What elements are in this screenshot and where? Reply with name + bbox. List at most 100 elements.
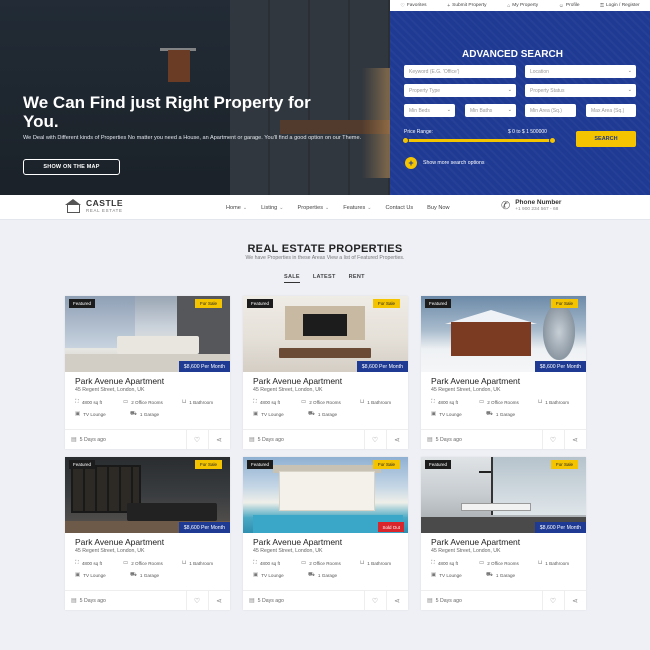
property-image[interactable]: Featured For Sale $8,600 Per Month: [421, 296, 586, 372]
property-image[interactable]: Featured For Sale Sold Out: [243, 457, 408, 533]
share-icon: ⋖: [572, 597, 578, 605]
featured-badge: Featured: [69, 299, 96, 308]
nav-item-home[interactable]: Home ⌄: [226, 205, 247, 211]
area-icon: ⛶: [75, 560, 79, 566]
nav-item-features[interactable]: Features ⌄: [343, 205, 371, 211]
chevron-down-icon: ⌄: [279, 204, 284, 211]
chevron-down-icon: ⌄: [627, 87, 632, 93]
office-room-icon: ▭: [123, 399, 129, 405]
calendar-icon: ▤: [249, 437, 255, 443]
favorite-button[interactable]: ♡: [542, 430, 563, 449]
property-card[interactable]: Featured For Sale $8,600 Per Month Park …: [65, 457, 230, 610]
topbar-profile-label: Profile: [565, 3, 580, 8]
posted-date-value: 5 Days ago: [257, 436, 284, 443]
lounge-value: TV Lounge: [83, 572, 106, 578]
rooms-value: 2 Office Rooms: [131, 399, 163, 405]
price-max-handle[interactable]: [549, 137, 556, 144]
share-button[interactable]: ⋖: [564, 591, 585, 610]
heart-icon: ♡: [549, 436, 557, 444]
max-area-input[interactable]: Max Area (Sq.): [586, 104, 636, 117]
location-select[interactable]: Location ⌄: [525, 65, 636, 78]
tab-sale[interactable]: SALE: [284, 274, 300, 283]
nav-item-properties[interactable]: Properties ⌄: [298, 205, 330, 211]
property-title[interactable]: Park Avenue Apartment: [75, 376, 164, 386]
heart-icon: ♡: [193, 436, 201, 444]
min-area-input[interactable]: Min Area (Sq.): [525, 104, 576, 117]
section-subtitle: We have Properties in these Areas View a…: [245, 255, 405, 261]
area-value: 4800 sq ft: [81, 400, 103, 405]
site-logo[interactable]: CASTLE REAL ESTATE: [65, 199, 123, 213]
garage-feature: ⛟ 1 Garage: [130, 411, 159, 418]
property-card[interactable]: Featured For Sale Sold Out Park Avenue A…: [243, 457, 408, 610]
garage-value: 1 Garage: [139, 412, 160, 417]
tab-latest[interactable]: LATEST: [313, 274, 336, 283]
property-title[interactable]: Park Avenue Apartment: [253, 537, 342, 547]
heart-icon: ♡: [193, 597, 201, 605]
price-range-slider[interactable]: [402, 137, 556, 144]
user-icon: ☺: [558, 2, 564, 9]
property-title[interactable]: Park Avenue Apartment: [431, 376, 520, 386]
show-on-map-button[interactable]: SHOW ON THE MAP: [23, 159, 120, 175]
favorite-button[interactable]: ♡: [186, 430, 207, 449]
nav-item-listing[interactable]: Listing ⌄: [261, 205, 283, 211]
property-type-select[interactable]: Property Type ⌄: [404, 84, 516, 97]
card-footer: ▤ 5 Days ago ♡ ⋖: [243, 429, 408, 449]
share-button[interactable]: ⋖: [386, 591, 407, 610]
property-card[interactable]: Featured For Sale $8,600 Per Month Park …: [65, 296, 230, 449]
property-card[interactable]: Featured For Sale $8,600 Per Month Park …: [421, 457, 586, 610]
property-tabs: SALE LATEST RENT: [284, 274, 365, 283]
more-search-options-toggle[interactable]: + Show more search options: [405, 157, 484, 169]
tab-rent[interactable]: RENT: [349, 274, 365, 283]
phone-label: Phone Number: [515, 199, 562, 206]
min-beds-select[interactable]: Min Beds ⌄: [404, 104, 455, 117]
property-image[interactable]: Featured For Sale $8,600 Per Month: [65, 457, 230, 533]
for-sale-badge: For Sale: [194, 460, 222, 469]
share-button[interactable]: ⋖: [564, 430, 585, 449]
topbar-favorites[interactable]: ♡ Favorites: [400, 3, 426, 9]
garage-value: 1 Garage: [317, 573, 338, 578]
topbar-submit-property[interactable]: + Submit Property: [447, 3, 486, 9]
chevron-down-icon: ⌄: [367, 204, 372, 211]
property-status-select[interactable]: Property Status ⌄: [525, 84, 636, 97]
phone-contact[interactable]: ✆ Phone Number +1 900 234 567 - 68: [501, 199, 561, 212]
phone-number: +1 900 234 567 - 68: [515, 207, 559, 212]
posted-date: ▤ 5 Days ago: [71, 436, 106, 444]
tv-icon: ▣: [253, 572, 259, 578]
property-title[interactable]: Park Avenue Apartment: [431, 537, 520, 547]
share-button[interactable]: ⋖: [386, 430, 407, 449]
posted-date-value: 5 Days ago: [79, 436, 106, 443]
nav-properties-label: Properties: [297, 204, 324, 211]
property-card[interactable]: Featured For Sale $8,600 Per Month Park …: [421, 296, 586, 449]
price-tag: $8,600 Per Month: [534, 361, 586, 372]
favorite-button[interactable]: ♡: [186, 591, 207, 610]
car-icon: ⛟: [130, 572, 137, 578]
search-button[interactable]: SEARCH: [576, 131, 636, 147]
topbar-login[interactable]: ⚿ Login / Register: [600, 3, 639, 9]
rooms-value: 2 Office Rooms: [487, 399, 519, 405]
nav-home-label: Home: [226, 204, 241, 211]
for-sale-badge: For Sale: [550, 460, 578, 469]
favorite-button[interactable]: ♡: [364, 591, 385, 610]
min-baths-select[interactable]: Min Baths ⌄: [465, 104, 516, 117]
rooms-value: 2 Office Rooms: [487, 560, 519, 566]
nav-item-buy-now[interactable]: Buy Now: [427, 205, 449, 211]
topbar-my-property[interactable]: ⌂ My Property: [507, 3, 538, 9]
topbar-profile[interactable]: ☺ Profile: [559, 3, 580, 9]
share-button[interactable]: ⋖: [208, 430, 229, 449]
favorite-button[interactable]: ♡: [542, 591, 563, 610]
home-icon: ⌂: [507, 2, 511, 9]
rooms-value: 2 Office Rooms: [131, 560, 163, 566]
property-image[interactable]: Featured For Sale $8,600 Per Month: [65, 296, 230, 372]
property-title[interactable]: Park Avenue Apartment: [75, 537, 164, 547]
property-image[interactable]: Featured For Sale $8,600 Per Month: [243, 296, 408, 372]
lounge-value: TV Lounge: [261, 411, 284, 417]
nav-item-contact[interactable]: Contact Us: [385, 205, 413, 211]
property-image[interactable]: Featured For Sale $8,600 Per Month: [421, 457, 586, 533]
property-card[interactable]: Featured For Sale $8,600 Per Month Park …: [243, 296, 408, 449]
area-feature: ⛶ 4800 sq ft: [75, 560, 102, 567]
favorite-button[interactable]: ♡: [364, 430, 385, 449]
keyword-input[interactable]: Keyword (E.G. 'Office'): [404, 65, 516, 78]
property-title[interactable]: Park Avenue Apartment: [253, 376, 342, 386]
price-min-handle[interactable]: [402, 137, 409, 144]
share-button[interactable]: ⋖: [208, 591, 229, 610]
